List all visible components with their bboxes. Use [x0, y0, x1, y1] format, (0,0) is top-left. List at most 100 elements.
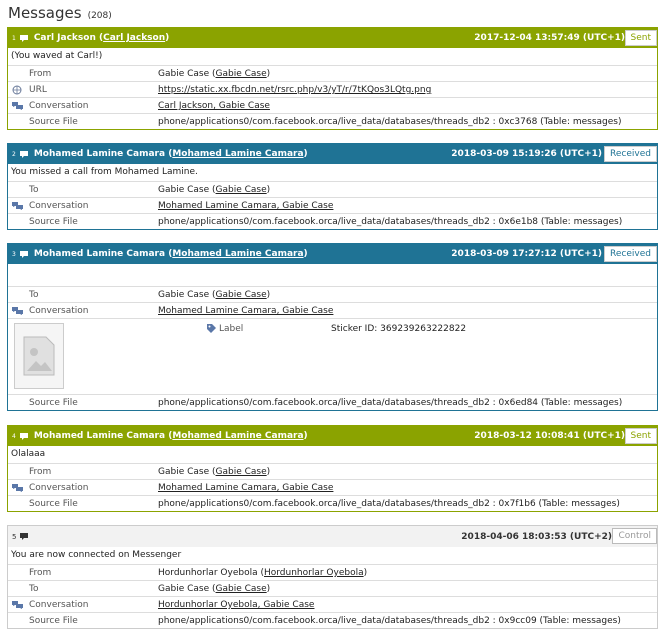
message-timestamp: 2018-03-09 15:19:26 (UTC+1) — [451, 149, 602, 159]
contact-link[interactable]: Gabie Case — [216, 467, 267, 477]
detail-label: Source File — [29, 499, 78, 509]
detail-label: Source File — [29, 616, 78, 626]
globe-icon — [12, 85, 22, 95]
detail-label: Source File — [29, 117, 78, 127]
detail-label: Conversation — [29, 483, 89, 493]
conversation-icon — [12, 484, 23, 492]
conversation-link[interactable]: Carl Jackson, Gabie Case — [158, 98, 270, 114]
detail-row-from: From Hordunhorlar Oyebola (Hordunhorlar … — [8, 564, 657, 580]
message-body: You missed a call from Mohamed Lamine. — [11, 167, 198, 177]
conversation-icon — [12, 307, 23, 315]
url-link[interactable]: https://static.xx.fbcdn.net/rsrc.php/v3/… — [158, 82, 431, 98]
detail-value: Gabie Case (Gabie Case) — [158, 69, 271, 79]
contact-link[interactable]: Gabie Case — [216, 584, 267, 594]
chat-bubble-icon — [20, 533, 29, 540]
contact-link[interactable]: Gabie Case — [216, 69, 267, 79]
message-body: (You waved at Carl!) — [11, 51, 103, 61]
sender-link[interactable]: Carl Jackson — [103, 33, 165, 43]
detail-row-source: Source File phone/applications0/com.face… — [8, 213, 657, 229]
message-index: 3 — [12, 250, 16, 258]
source-file-value: phone/applications0/com.facebook.orca/li… — [158, 398, 623, 408]
detail-row-from: From Gabie Case (Gabie Case) — [8, 463, 657, 479]
message-header: 2 Mohamed Lamine Camara (Mohamed Lamine … — [8, 144, 657, 164]
sticker-attachment: Label Sticker ID: 369239263222822 — [8, 318, 657, 394]
detail-label: To — [29, 290, 39, 300]
status-badge: Received — [604, 246, 657, 262]
conversation-link[interactable]: Mohamed Lamine Camara, Gabie Case — [158, 198, 333, 214]
message-header: 3 Mohamed Lamine Camara (Mohamed Lamine … — [8, 244, 657, 264]
message-index: 4 — [12, 432, 16, 440]
conversation-link[interactable]: Mohamed Lamine Camara, Gabie Case — [158, 480, 333, 496]
status-badge: Control — [612, 528, 657, 544]
conversation-icon — [12, 202, 23, 210]
message-body: Olalaaa — [11, 449, 46, 459]
detail-label: From — [29, 467, 52, 477]
detail-label: Source File — [29, 398, 78, 408]
detail-row-to: To Gabie Case (Gabie Case) — [8, 580, 657, 596]
detail-label: To — [29, 584, 39, 594]
detail-label: Conversation — [29, 101, 89, 111]
chat-bubble-icon — [19, 34, 28, 42]
chat-bubble-icon — [19, 250, 28, 258]
message-body — [8, 264, 657, 286]
tag-icon — [207, 324, 216, 333]
detail-row-conversation: Conversation Carl Jackson, Gabie Case — [8, 97, 657, 113]
detail-row-url: URL https://static.xx.fbcdn.net/rsrc.php… — [8, 81, 657, 97]
detail-row-to: To Gabie Case (Gabie Case) — [8, 181, 657, 197]
source-file-value: phone/applications0/com.facebook.orca/li… — [158, 616, 621, 626]
source-file-value: phone/applications0/com.facebook.orca/li… — [158, 117, 622, 127]
detail-label: Conversation — [29, 306, 89, 316]
conversation-link[interactable]: Mohamed Lamine Camara, Gabie Case — [158, 303, 333, 319]
sender-link[interactable]: Mohamed Lamine Camara — [172, 431, 303, 441]
message-index: 2 — [12, 150, 16, 158]
detail-row-source: Source File phone/applications0/com.face… — [8, 394, 657, 410]
message-count: (208) — [87, 11, 112, 21]
detail-value: Gabie Case (Gabie Case) — [158, 185, 271, 195]
message-timestamp: 2018-03-09 17:27:12 (UTC+1) — [451, 249, 602, 259]
message-header: 4 Mohamed Lamine Camara (Mohamed Lamine … — [8, 426, 657, 446]
message-card: 5 2018-04-06 18:03:53 (UTC+2) Control Yo… — [7, 525, 658, 629]
detail-row-conversation: Conversation Mohamed Lamine Camara, Gabi… — [8, 197, 657, 213]
sticker-id: Sticker ID: 369239263222822 — [331, 324, 467, 334]
sender-name: Mohamed Lamine Camara (Mohamed Lamine Ca… — [33, 249, 308, 259]
source-file-value: phone/applications0/com.facebook.orca/li… — [158, 499, 620, 509]
detail-label: Conversation — [29, 201, 89, 211]
detail-row-to: To Gabie Case (Gabie Case) — [8, 286, 657, 302]
conversation-icon — [12, 601, 23, 609]
detail-label: Conversation — [29, 600, 89, 610]
detail-row-source: Source File phone/applications0/com.face… — [8, 113, 657, 129]
sender-name: Carl Jackson (Carl Jackson) — [33, 33, 170, 43]
conversation-link[interactable]: Hordunhorlar Oyebola, Gabie Case — [158, 597, 314, 613]
message-timestamp: 2018-04-06 18:03:53 (UTC+2) — [461, 531, 612, 542]
page-title: Messages (208) — [8, 4, 112, 24]
sender-name: Mohamed Lamine Camara (Mohamed Lamine Ca… — [33, 149, 308, 159]
source-file-value: phone/applications0/com.facebook.orca/li… — [158, 217, 623, 227]
chat-bubble-icon — [19, 432, 28, 440]
contact-link[interactable]: Gabie Case — [216, 185, 267, 195]
message-card: 2 Mohamed Lamine Camara (Mohamed Lamine … — [7, 143, 658, 230]
detail-row-conversation: Conversation Mohamed Lamine Camara, Gabi… — [8, 479, 657, 495]
sender-link[interactable]: Mohamed Lamine Camara — [172, 249, 303, 259]
message-index: 5 — [12, 532, 17, 541]
status-badge: Sent — [624, 30, 657, 46]
detail-label: From — [29, 69, 52, 79]
sender-link[interactable]: Mohamed Lamine Camara — [172, 149, 303, 159]
message-timestamp: 2017-12-04 13:57:49 (UTC+1) — [474, 33, 625, 43]
status-badge: Received — [604, 146, 657, 162]
contact-link[interactable]: Hordunhorlar Oyebola — [264, 568, 364, 578]
message-card: 4 Mohamed Lamine Camara (Mohamed Lamine … — [7, 425, 658, 512]
image-placeholder-icon[interactable] — [14, 323, 64, 389]
contact-link[interactable]: Gabie Case — [216, 290, 267, 300]
detail-label: From — [29, 568, 52, 578]
sender-name: Mohamed Lamine Camara (Mohamed Lamine Ca… — [33, 431, 308, 441]
detail-row-source: Source File phone/applications0/com.face… — [8, 612, 657, 628]
chat-bubble-icon — [19, 150, 28, 158]
detail-row-source: Source File phone/applications0/com.face… — [8, 495, 657, 511]
detail-row-conversation: Conversation Hordunhorlar Oyebola, Gabie… — [8, 596, 657, 612]
detail-value: Gabie Case (Gabie Case) — [158, 584, 271, 594]
message-header: 5 2018-04-06 18:03:53 (UTC+2) Control — [8, 526, 657, 547]
detail-value: Gabie Case (Gabie Case) — [158, 467, 271, 477]
detail-value: Hordunhorlar Oyebola (Hordunhorlar Oyebo… — [158, 568, 368, 578]
page-title-text: Messages — [8, 4, 82, 22]
message-index: 1 — [12, 34, 16, 42]
